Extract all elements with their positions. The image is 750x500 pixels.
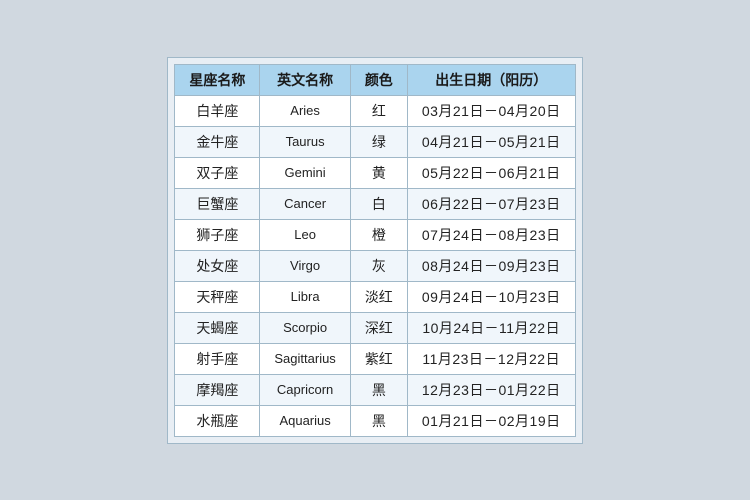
- cell-chinese-name: 金牛座: [175, 126, 260, 157]
- cell-dates: 03月21日－04月20日: [407, 95, 575, 126]
- cell-chinese-name: 摩羯座: [175, 374, 260, 405]
- cell-chinese-name: 水瓶座: [175, 405, 260, 436]
- zodiac-table-container: 星座名称 英文名称 颜色 出生日期（阳历） 白羊座Aries红03月21日－04…: [167, 57, 582, 444]
- cell-color: 橙: [350, 219, 407, 250]
- table-row: 金牛座Taurus绿04月21日－05月21日: [175, 126, 575, 157]
- cell-color: 黑: [350, 374, 407, 405]
- cell-dates: 08月24日－09月23日: [407, 250, 575, 281]
- table-row: 摩羯座Capricorn黑12月23日－01月22日: [175, 374, 575, 405]
- cell-english-name: Capricorn: [260, 374, 350, 405]
- cell-color: 黄: [350, 157, 407, 188]
- cell-color: 灰: [350, 250, 407, 281]
- cell-dates: 06月22日－07月23日: [407, 188, 575, 219]
- cell-english-name: Taurus: [260, 126, 350, 157]
- cell-dates: 09月24日－10月23日: [407, 281, 575, 312]
- cell-color: 紫红: [350, 343, 407, 374]
- cell-english-name: Libra: [260, 281, 350, 312]
- zodiac-table: 星座名称 英文名称 颜色 出生日期（阳历） 白羊座Aries红03月21日－04…: [174, 64, 575, 437]
- cell-color: 绿: [350, 126, 407, 157]
- cell-chinese-name: 天秤座: [175, 281, 260, 312]
- table-row: 巨蟹座Cancer白06月22日－07月23日: [175, 188, 575, 219]
- cell-color: 红: [350, 95, 407, 126]
- table-header-row: 星座名称 英文名称 颜色 出生日期（阳历）: [175, 64, 575, 95]
- cell-dates: 01月21日－02月19日: [407, 405, 575, 436]
- cell-dates: 05月22日－06月21日: [407, 157, 575, 188]
- cell-dates: 04月21日－05月21日: [407, 126, 575, 157]
- cell-english-name: Gemini: [260, 157, 350, 188]
- table-row: 狮子座Leo橙07月24日－08月23日: [175, 219, 575, 250]
- cell-english-name: Aquarius: [260, 405, 350, 436]
- cell-dates: 07月24日－08月23日: [407, 219, 575, 250]
- cell-english-name: Aries: [260, 95, 350, 126]
- table-body: 白羊座Aries红03月21日－04月20日金牛座Taurus绿04月21日－0…: [175, 95, 575, 436]
- cell-color: 白: [350, 188, 407, 219]
- cell-english-name: Leo: [260, 219, 350, 250]
- cell-english-name: Virgo: [260, 250, 350, 281]
- table-row: 处女座Virgo灰08月24日－09月23日: [175, 250, 575, 281]
- cell-chinese-name: 狮子座: [175, 219, 260, 250]
- header-dates: 出生日期（阳历）: [407, 64, 575, 95]
- cell-dates: 11月23日－12月22日: [407, 343, 575, 374]
- cell-color: 深红: [350, 312, 407, 343]
- cell-color: 黑: [350, 405, 407, 436]
- table-row: 水瓶座Aquarius黑01月21日－02月19日: [175, 405, 575, 436]
- header-color: 颜色: [350, 64, 407, 95]
- cell-chinese-name: 射手座: [175, 343, 260, 374]
- cell-chinese-name: 天蝎座: [175, 312, 260, 343]
- header-english-name: 英文名称: [260, 64, 350, 95]
- cell-english-name: Cancer: [260, 188, 350, 219]
- cell-chinese-name: 处女座: [175, 250, 260, 281]
- table-row: 天蝎座Scorpio深红10月24日－11月22日: [175, 312, 575, 343]
- cell-chinese-name: 双子座: [175, 157, 260, 188]
- table-row: 射手座Sagittarius紫红11月23日－12月22日: [175, 343, 575, 374]
- cell-dates: 10月24日－11月22日: [407, 312, 575, 343]
- cell-english-name: Sagittarius: [260, 343, 350, 374]
- table-row: 双子座Gemini黄05月22日－06月21日: [175, 157, 575, 188]
- cell-chinese-name: 白羊座: [175, 95, 260, 126]
- cell-color: 淡红: [350, 281, 407, 312]
- cell-dates: 12月23日－01月22日: [407, 374, 575, 405]
- cell-chinese-name: 巨蟹座: [175, 188, 260, 219]
- cell-english-name: Scorpio: [260, 312, 350, 343]
- table-row: 天秤座Libra淡红09月24日－10月23日: [175, 281, 575, 312]
- header-chinese-name: 星座名称: [175, 64, 260, 95]
- table-row: 白羊座Aries红03月21日－04月20日: [175, 95, 575, 126]
